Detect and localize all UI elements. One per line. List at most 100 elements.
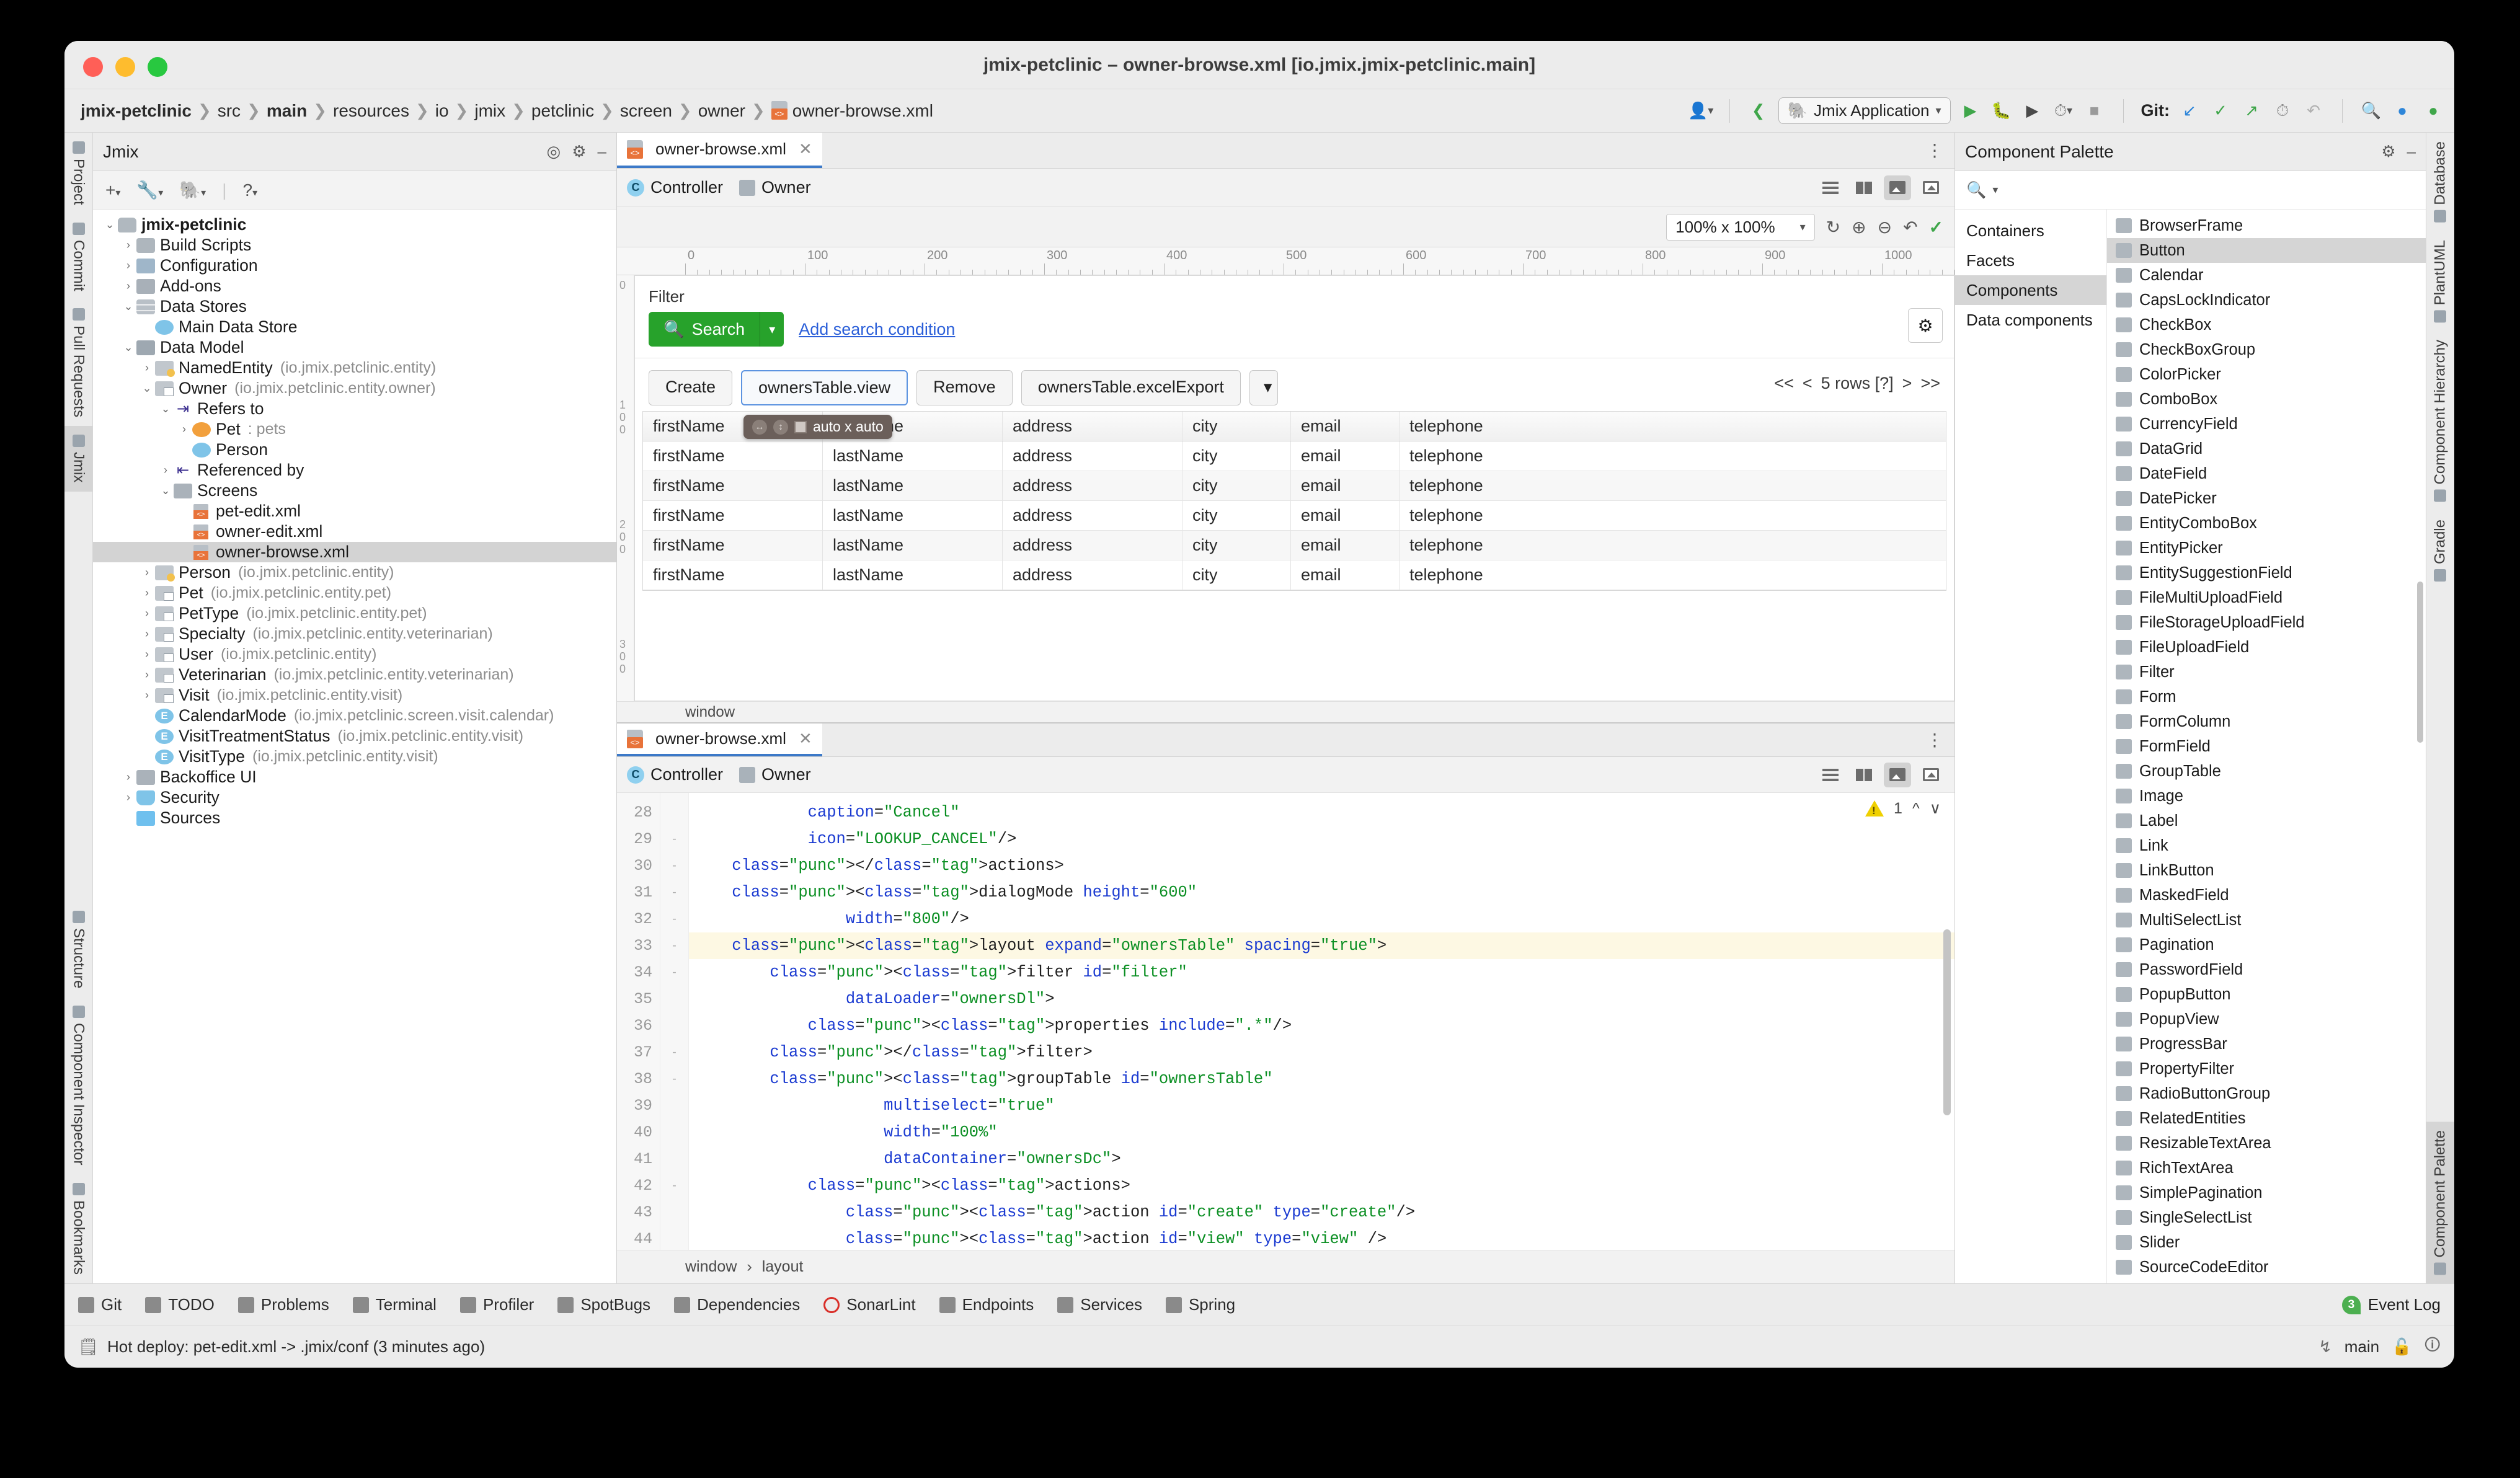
- code-line[interactable]: class="punc"><class="tag">dialogMode hei…: [689, 879, 1954, 906]
- chevron-right-icon[interactable]: ›: [176, 423, 192, 436]
- user-icon[interactable]: 👤 ▾: [1688, 100, 1713, 122]
- column-header[interactable]: telephone: [1400, 412, 1946, 441]
- run-icon[interactable]: ▶: [1959, 100, 1982, 122]
- tree-node[interactable]: › PetType (io.jmix.petclinic.entity.pet): [93, 603, 616, 624]
- run-coverage-icon[interactable]: ▶: [2021, 100, 2044, 122]
- palette-item-linkbutton[interactable]: LinkButton: [2107, 858, 2426, 883]
- bottom-tool-todo[interactable]: TODO: [145, 1295, 215, 1314]
- tree-node[interactable]: › NamedEntity (io.jmix.petclinic.entity): [93, 358, 616, 378]
- split-view-icon[interactable]: [1850, 175, 1878, 200]
- code-line[interactable]: class="punc"><class="tag">action id="vie…: [689, 1226, 1954, 1250]
- code-line[interactable]: dataContainer="ownersDc">: [689, 1146, 1954, 1172]
- pager-next-button[interactable]: >: [1902, 374, 1912, 393]
- bottom-tool-sonarlint[interactable]: SonarLint: [823, 1295, 916, 1314]
- tool-window-project[interactable]: Project: [64, 133, 92, 214]
- git-history-icon[interactable]: ⏱: [2271, 100, 2294, 122]
- chevron-down-icon[interactable]: ⌄: [158, 402, 174, 415]
- chevron-right-icon[interactable]: ›: [139, 627, 155, 640]
- jmix-project-tree[interactable]: ⌄ jmix-petclinic › Build Scripts › Configurat…: [93, 210, 616, 1283]
- palette-item-entitycombobox[interactable]: EntityComboBox: [2107, 511, 2426, 536]
- tree-node[interactable]: › Add-ons: [93, 276, 616, 296]
- branch-label[interactable]: main: [2345, 1337, 2379, 1356]
- palette-item-checkbox[interactable]: CheckBox: [2107, 312, 2426, 337]
- debug-icon[interactable]: 🐛: [1990, 100, 2013, 122]
- chevron-down-icon[interactable]: ⌄: [120, 300, 136, 313]
- filter-settings-button[interactable]: ⚙: [1908, 308, 1943, 343]
- palette-item-filestorageuploadfield[interactable]: FileStorageUploadField: [2107, 610, 2426, 635]
- palette-item-slider[interactable]: Slider: [2107, 1230, 2426, 1255]
- fold-toggle-icon[interactable]: -: [660, 1039, 688, 1066]
- code-line[interactable]: width="800"/>: [689, 906, 1954, 932]
- breadcrumb-item[interactable]: main: [260, 101, 313, 121]
- chevron-right-icon[interactable]: ›: [120, 771, 136, 784]
- breadcrumb-item[interactable]: screen: [614, 101, 678, 121]
- stop-icon[interactable]: ■: [2083, 100, 2106, 122]
- git-rollback-icon[interactable]: ↶: [2302, 100, 2325, 122]
- palette-item-popupbutton[interactable]: PopupButton: [2107, 982, 2426, 1007]
- palette-item-combobox[interactable]: ComboBox: [2107, 387, 2426, 412]
- palette-item-label[interactable]: Label: [2107, 808, 2426, 833]
- apply-check-icon[interactable]: ✓: [1929, 217, 1943, 237]
- code-line[interactable]: width="100%": [689, 1119, 1954, 1146]
- tree-node[interactable]: › Build Scripts: [93, 235, 616, 255]
- palette-item-capslockindicator[interactable]: CapsLockIndicator: [2107, 288, 2426, 312]
- palette-item-entitypicker[interactable]: EntityPicker: [2107, 536, 2426, 560]
- tree-node[interactable]: owner-browse.xml: [93, 542, 616, 562]
- pager-last-button[interactable]: >>: [1920, 374, 1940, 393]
- event-log-button[interactable]: 3 Event Log: [2341, 1295, 2441, 1314]
- code-line[interactable]: multiselect="true": [689, 1092, 1954, 1119]
- chevron-right-icon[interactable]: ›: [158, 464, 174, 477]
- back-arrow-icon[interactable]: ❮: [1747, 100, 1770, 122]
- tree-node[interactable]: owner-edit.xml: [93, 521, 616, 542]
- code-folding-gutter[interactable]: ---------: [660, 793, 689, 1250]
- gear-icon[interactable]: ⚙: [2381, 142, 2395, 161]
- palette-item-datepicker[interactable]: DatePicker: [2107, 486, 2426, 511]
- profile-icon[interactable]: ⏱ ▾: [2052, 100, 2075, 122]
- palette-item-currencyfield[interactable]: CurrencyField: [2107, 412, 2426, 436]
- chevron-down-icon[interactable]: ⌄: [158, 484, 174, 497]
- search-everywhere-icon[interactable]: 🔍: [2360, 100, 2382, 122]
- palette-item-entitysuggestionfield[interactable]: EntitySuggestionField: [2107, 560, 2426, 585]
- tree-node[interactable]: pet-edit.xml: [93, 501, 616, 521]
- palette-item-richtextarea[interactable]: RichTextArea: [2107, 1156, 2426, 1180]
- code-line[interactable]: class="punc"><class="tag">properties inc…: [689, 1012, 1954, 1039]
- palette-item-maskedfield[interactable]: MaskedField: [2107, 883, 2426, 908]
- tool-window-plantuml[interactable]: PlantUML: [2426, 231, 2454, 331]
- chevron-down-icon[interactable]: ⌄: [102, 218, 118, 231]
- tree-node[interactable]: › Pet (io.jmix.petclinic.entity.pet): [93, 583, 616, 603]
- owners-table-view-button[interactable]: ownersTable.view: [741, 370, 908, 405]
- code-line[interactable]: icon="LOOKUP_CANCEL"/>: [689, 826, 1954, 852]
- palette-item-datefield[interactable]: DateField: [2107, 461, 2426, 486]
- tool-window-component-hierarchy[interactable]: Component Hierarchy: [2426, 331, 2454, 510]
- tree-node[interactable]: ⌄ jmix-petclinic: [93, 215, 616, 235]
- bottom-tool-profiler[interactable]: Profiler: [459, 1295, 534, 1314]
- tool-window-commit[interactable]: Commit: [64, 214, 92, 300]
- tool-window-bookmarks[interactable]: Bookmarks: [64, 1174, 92, 1283]
- breadcrumb-layout[interactable]: layout: [762, 1258, 804, 1276]
- breadcrumb-item[interactable]: jmix-petclinic: [74, 101, 198, 121]
- palette-item-progressbar[interactable]: ProgressBar: [2107, 1032, 2426, 1056]
- palette-item-simplepagination[interactable]: SimplePagination: [2107, 1180, 2426, 1205]
- tree-node[interactable]: Sources: [93, 808, 616, 828]
- breadcrumb-item[interactable]: petclinic: [525, 101, 600, 121]
- palette-item-sourcecodeeditor[interactable]: SourceCodeEditor: [2107, 1255, 2426, 1280]
- split-view-icon[interactable]: [1850, 763, 1878, 787]
- chevron-right-icon[interactable]: ›: [139, 648, 155, 661]
- minimize-icon[interactable]: –: [598, 142, 606, 161]
- bottom-tool-terminal[interactable]: Terminal: [352, 1295, 437, 1314]
- fold-toggle-icon[interactable]: -: [660, 1172, 688, 1199]
- add-icon[interactable]: +▾: [105, 180, 120, 200]
- palette-item-calendar[interactable]: Calendar: [2107, 263, 2426, 288]
- design-view-icon[interactable]: [1884, 175, 1911, 200]
- breadcrumb-item[interactable]: owner: [692, 101, 752, 121]
- git-commit-icon[interactable]: ✓: [2209, 100, 2232, 122]
- breadcrumb-item[interactable]: src: [211, 101, 247, 121]
- tool-window-component-palette[interactable]: Component Palette: [2426, 1121, 2454, 1283]
- tree-node[interactable]: E CalendarMode (io.jmix.petclinic.screen.v…: [93, 706, 616, 726]
- tree-node[interactable]: › Specialty (io.jmix.petclinic.entity.vete…: [93, 624, 616, 644]
- tree-node[interactable]: › ⇤ Referenced by: [93, 460, 616, 480]
- designer-options-icon[interactable]: ⋮: [1915, 133, 1954, 168]
- palette-item-singleselectlist[interactable]: SingleSelectList: [2107, 1205, 2426, 1230]
- bottom-tool-services[interactable]: Services: [1057, 1295, 1142, 1314]
- fold-toggle-icon[interactable]: -: [660, 906, 688, 932]
